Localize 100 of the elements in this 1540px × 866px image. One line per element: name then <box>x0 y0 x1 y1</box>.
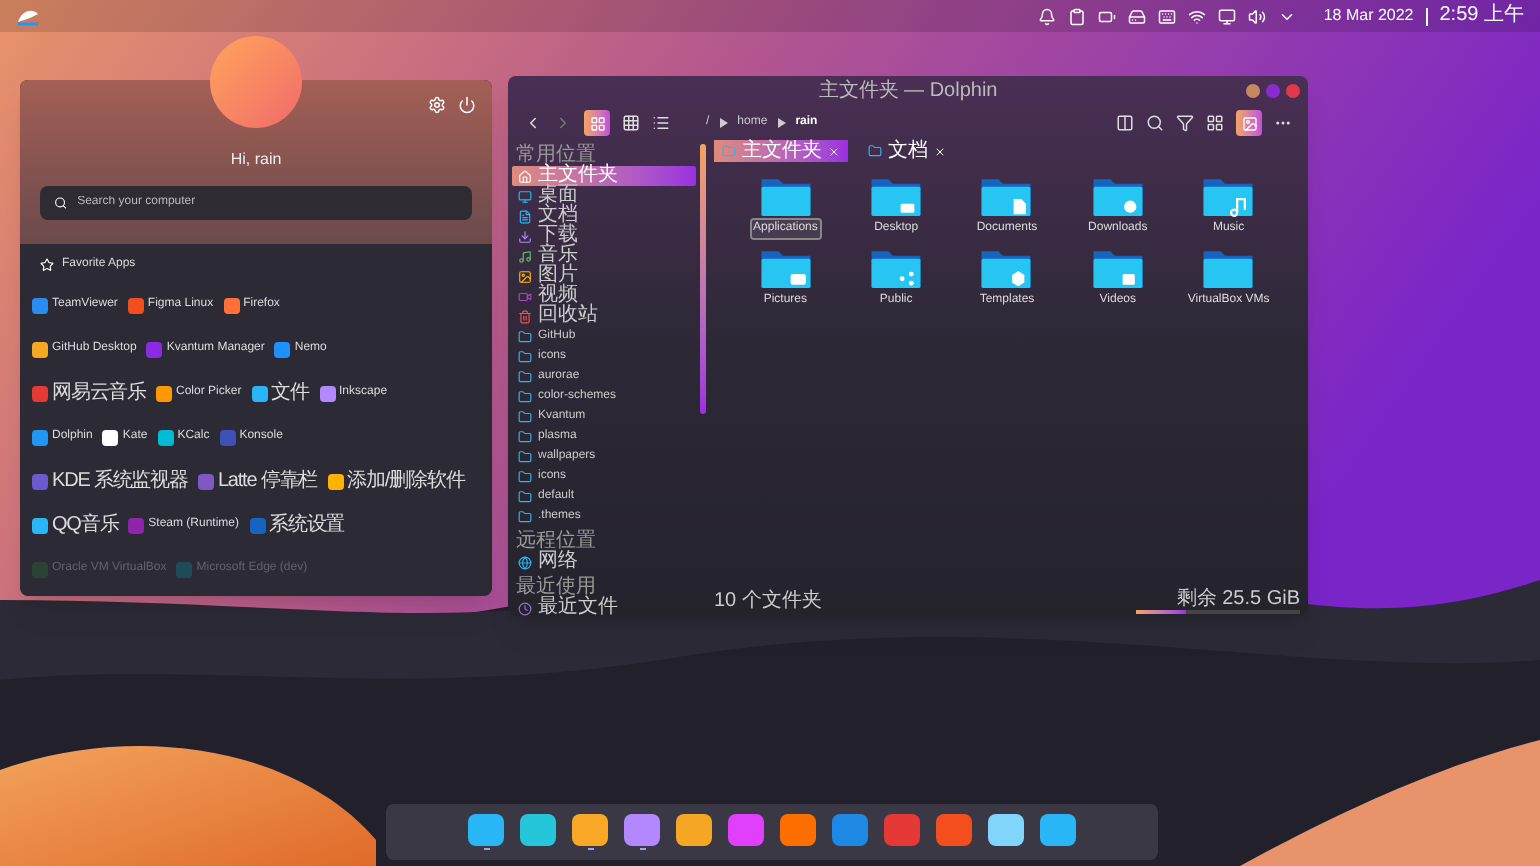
keyboard-icon[interactable] <box>1157 7 1176 25</box>
preview-button[interactable] <box>1236 110 1262 136</box>
battery-icon[interactable] <box>1097 7 1116 25</box>
running-indicator <box>639 848 645 850</box>
app-launcher-item[interactable]: 网易云音乐 <box>32 383 147 403</box>
details-view-icon[interactable] <box>652 114 670 132</box>
app-launcher-item[interactable]: Latte 停靠栏 <box>197 471 318 491</box>
close-button[interactable] <box>1286 84 1300 98</box>
dock-item[interactable] <box>988 814 1024 850</box>
places-item[interactable]: 音乐 <box>512 246 696 266</box>
close-tab-icon[interactable] <box>934 145 946 157</box>
folder-icon <box>759 174 812 218</box>
forward-icon[interactable] <box>554 114 572 132</box>
monitor-icon[interactable] <box>1217 7 1236 25</box>
app-icon <box>176 561 193 577</box>
place-icon <box>518 189 532 203</box>
filter-icon[interactable] <box>1176 114 1194 132</box>
drive-icon[interactable] <box>1127 7 1146 25</box>
app-icon <box>1040 814 1076 846</box>
dock-item[interactable] <box>728 814 764 850</box>
dock-item[interactable] <box>624 814 660 850</box>
app-icon <box>676 814 712 846</box>
places-heading: 最近使用 <box>514 576 596 598</box>
folder-icon <box>759 246 812 290</box>
app-icon <box>223 297 240 313</box>
app-icon <box>32 429 48 445</box>
place-icon <box>518 409 532 423</box>
grid-icon <box>589 115 605 131</box>
split-view-icon[interactable] <box>1116 114 1134 132</box>
app-icon <box>988 814 1024 846</box>
clipboard-icon[interactable] <box>1067 7 1086 25</box>
avatar-icon[interactable] <box>210 36 302 128</box>
folder-icon <box>980 174 1033 218</box>
dock-item[interactable] <box>832 814 868 850</box>
place-icon <box>518 249 532 263</box>
places-item[interactable]: 下载 <box>512 226 696 246</box>
place-icon <box>518 469 532 483</box>
app-icon <box>32 297 48 313</box>
back-icon[interactable] <box>524 114 542 132</box>
places-item[interactable]: 回收站 <box>512 306 696 326</box>
compact-view-icon[interactable] <box>622 114 640 132</box>
app-launcher-item[interactable]: KDE 系统监视器 <box>32 471 188 491</box>
app-launcher-item[interactable]: QQ音乐 <box>32 515 119 535</box>
place-icon <box>518 489 532 503</box>
settings-icon[interactable] <box>428 96 446 114</box>
places-item[interactable]: 文档 <box>512 206 696 226</box>
app-icon <box>157 429 174 445</box>
folder-icon <box>1091 174 1144 218</box>
search-icon <box>54 196 68 210</box>
search-icon[interactable] <box>1146 114 1164 132</box>
app-icon <box>936 814 972 846</box>
app-icon <box>780 814 816 846</box>
tab[interactable]: 主文件夹 <box>714 140 848 162</box>
wifi-icon[interactable] <box>1187 7 1206 25</box>
icons-view-button[interactable] <box>584 110 610 136</box>
dock-item[interactable] <box>520 814 556 850</box>
app-launcher-item[interactable]: 系统设置 <box>249 515 345 535</box>
logo-icon[interactable] <box>16 6 40 26</box>
app-icon <box>520 814 556 846</box>
places-item[interactable]: 最近文件 <box>512 598 696 618</box>
app-icon <box>102 429 119 445</box>
app-icon <box>251 385 268 401</box>
place-icon <box>518 555 532 569</box>
dock-item[interactable] <box>572 814 608 850</box>
places-item[interactable]: 桌面 <box>512 186 696 206</box>
clock-date[interactable]: 18 Mar 2022 <box>1323 4 1414 28</box>
folder-icon <box>468 814 504 846</box>
place-icon <box>518 309 532 323</box>
tab[interactable]: 文档 <box>860 140 954 162</box>
bell-icon[interactable] <box>1037 7 1056 25</box>
folder-icon <box>870 174 923 218</box>
grid-icon[interactable] <box>1206 114 1224 132</box>
dock-item[interactable] <box>676 814 712 850</box>
close-tab-icon[interactable] <box>828 145 840 157</box>
app-icon <box>572 814 608 846</box>
places-item[interactable]: 网络 <box>512 552 696 572</box>
dock-item[interactable] <box>936 814 972 850</box>
app-launcher-item[interactable]: 文件 <box>251 383 310 403</box>
dock-item[interactable] <box>1040 814 1076 850</box>
place-icon <box>518 429 532 443</box>
minimize-button[interactable] <box>1246 84 1260 98</box>
dock-item[interactable] <box>780 814 816 850</box>
greeting: Hi, rain <box>230 148 282 172</box>
place-icon <box>518 349 532 363</box>
status-text: 10 个文件夹 <box>714 592 822 612</box>
dock-item[interactable] <box>468 814 504 850</box>
app-launcher-item[interactable]: 添加/删除软件 <box>327 471 465 491</box>
places-heading: 常用位置 <box>514 144 596 166</box>
star-icon <box>40 258 54 272</box>
app-icon <box>197 473 214 489</box>
app-icon <box>156 385 173 401</box>
power-icon[interactable] <box>458 96 476 114</box>
place-icon <box>518 329 532 343</box>
places-item[interactable]: 视频 <box>512 286 696 306</box>
clock-time[interactable]: 2:59 上午 <box>1439 6 1524 26</box>
app-icon <box>832 814 868 846</box>
places-item[interactable]: 图片 <box>512 266 696 286</box>
volume-icon[interactable] <box>1247 7 1266 25</box>
app-icon <box>127 297 144 313</box>
place-icon <box>518 209 532 223</box>
